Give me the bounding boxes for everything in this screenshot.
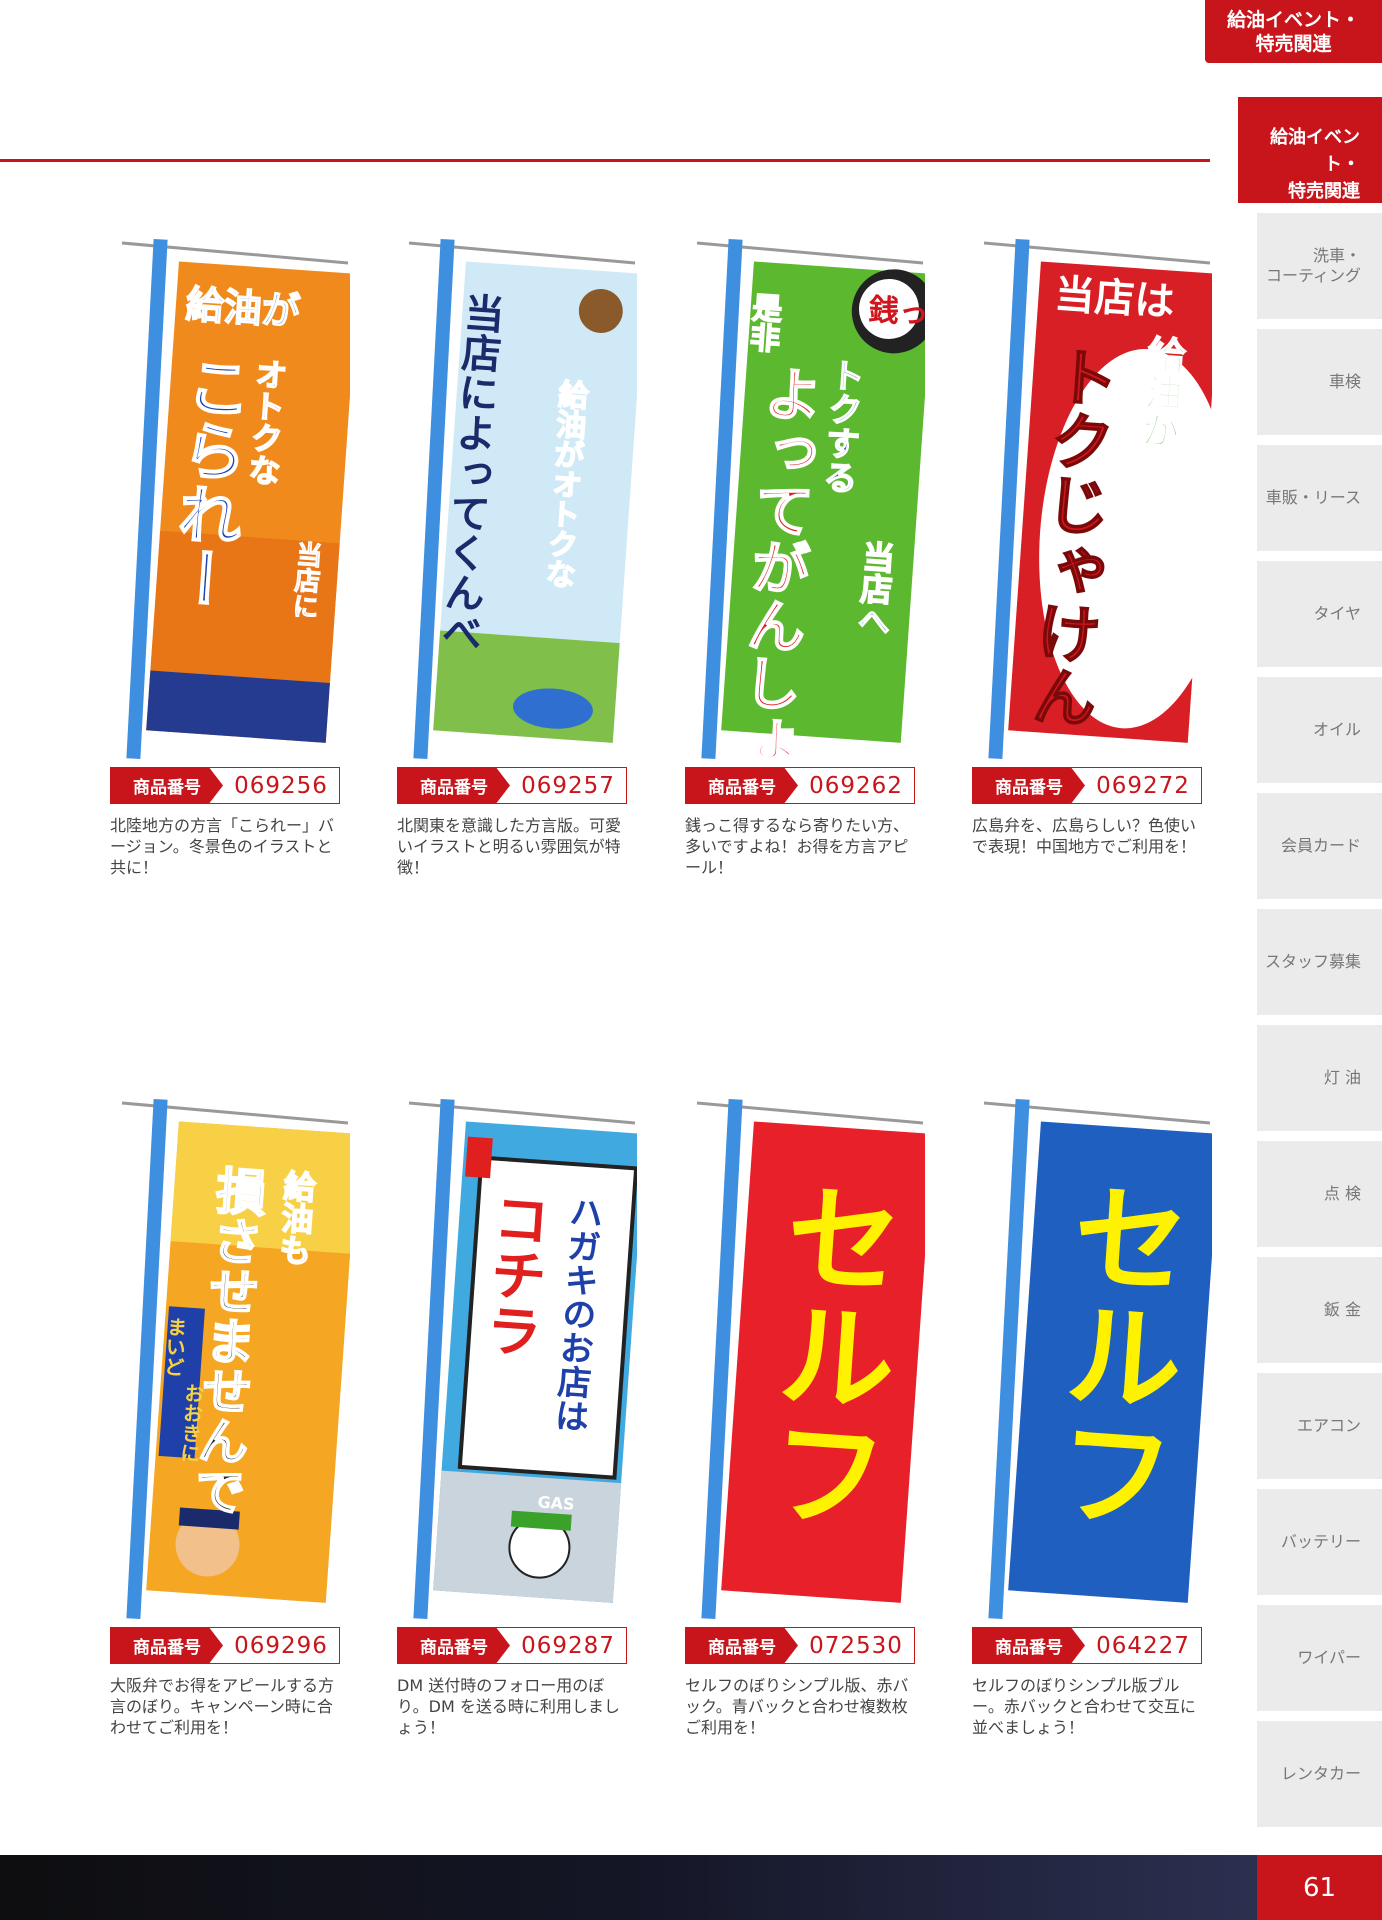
product-code-label: 商品番号: [398, 1628, 510, 1663]
section-tab-line2: 特売関連: [1288, 181, 1360, 202]
nobori-banner-image: ハガキのお店は コチラ GAS: [408, 1098, 637, 1620]
sidebar-item-label: レンタカー: [1280, 1764, 1361, 1783]
nobori-banner-image: セルフ: [696, 1098, 925, 1620]
banner-text: 給油も: [273, 1168, 318, 1267]
sidebar-item-oil[interactable]: オイル: [1257, 677, 1382, 783]
product-description: 北関東を意識した方言版。可愛いイラストと明るい雰囲気が特徴！: [397, 816, 622, 877]
banner-text: 是非: [743, 291, 783, 354]
product-description: 北陸地方の方言「こられー」バージョン。冬景色のイラストと共に！: [110, 816, 335, 877]
product-code: 069262: [809, 772, 903, 799]
product-code-row: 商品番号 072530: [685, 1627, 915, 1664]
sidebar-item-label: 洗車・ コーティング: [1265, 246, 1361, 285]
sidebar-item-label: 車検: [1328, 372, 1361, 391]
product-code: 069256: [234, 772, 328, 799]
section-tab-active[interactable]: 給油イベント・ 特売関連: [1238, 97, 1382, 203]
nobori-banner-image: 銭っこ 是非 トクする 当店へ よってがんしょ: [696, 238, 925, 767]
sidebar-item-tire[interactable]: タイヤ: [1257, 561, 1382, 667]
chapter-tab-label: 給油イベント・ 特売関連: [1226, 9, 1360, 55]
product-code: 069296: [234, 1632, 328, 1659]
nobori-banner-image: セルフ: [983, 1098, 1212, 1620]
sidebar-item-wiper[interactable]: ワイパー: [1257, 1605, 1382, 1711]
banner-text: セルフ: [1032, 1173, 1194, 1536]
sidebar-item-label: 点 検: [1323, 1184, 1361, 1203]
product-code-label: 商品番号: [686, 1628, 798, 1663]
banner-text: セルフ: [745, 1173, 907, 1536]
product-code-label: 商品番号: [111, 1628, 223, 1663]
banner-text: 当店へ: [852, 539, 897, 637]
product-code-row: 商品番号 069272: [972, 767, 1202, 804]
product-description: 大阪弁でお得をアピールする方言のぼり。キャンペーン時に合わせてご利用を！: [110, 1676, 335, 1737]
footer-bar: [0, 1855, 1257, 1920]
sidebar-item-sales-lease[interactable]: 車販・リース: [1257, 445, 1382, 551]
product-code-row: 商品番号 069257: [397, 767, 627, 804]
sidebar-item-label: バッテリー: [1280, 1532, 1361, 1551]
sidebar-item-battery[interactable]: バッテリー: [1257, 1489, 1382, 1595]
product-code-row: 商品番号 069262: [685, 767, 915, 804]
sidebar-item-label: 鈑 金: [1323, 1300, 1361, 1319]
sidebar-item-label: スタッフ募集: [1264, 952, 1361, 971]
product-code: 064227: [1096, 1632, 1190, 1659]
product-code-label: 商品番号: [398, 768, 510, 803]
chapter-tab[interactable]: 給油イベント・ 特売関連: [1205, 0, 1382, 63]
product-code-label: 商品番号: [973, 1628, 1085, 1663]
sidebar-item-inspection[interactable]: 車検: [1257, 329, 1382, 435]
product-code-row: 商品番号 069256: [110, 767, 340, 804]
product-description: セルフのぼりシンプル版ブルー。赤バックと合わせて交互に並べましょう！: [972, 1676, 1196, 1737]
product-code: 072530: [809, 1632, 903, 1659]
sidebar-item-bodywork[interactable]: 鈑 金: [1257, 1257, 1382, 1363]
banner-text: 当店は: [1053, 272, 1176, 326]
product-description: DM 送付時のフォロー用のぼり。DM を送る時に利用しましょう！: [397, 1676, 620, 1737]
product-code-row: 商品番号 069296: [110, 1627, 340, 1664]
sidebar-item-label: ワイパー: [1297, 1648, 1361, 1667]
banner-text: 当店に: [287, 540, 322, 620]
sidebar-item-label: オイル: [1312, 720, 1361, 739]
sidebar-item-label: 会員カード: [1280, 836, 1361, 855]
sidebar-item-label: エアコン: [1296, 1416, 1361, 1435]
product-description: 広島弁を、広島らしい？色使いで表現！中国地方でご利用を！: [972, 816, 1197, 856]
banner-text: 給油が: [184, 282, 301, 334]
banner-text: 給油が: [1134, 334, 1186, 451]
page-number: 61: [1257, 1855, 1382, 1920]
nobori-banner-image: 当店は 給油が トクじゃけん: [983, 238, 1212, 760]
product-code: 069272: [1096, 772, 1190, 799]
nobori-banner-image: 給油も 損させませんで まいど おおきに: [121, 1098, 350, 1620]
sidebar-item-aircon[interactable]: エアコン: [1257, 1373, 1382, 1479]
sidebar-item-label: 灯 油: [1323, 1068, 1361, 1087]
banner-text: まいど: [160, 1316, 188, 1378]
product-code-label: 商品番号: [973, 768, 1085, 803]
sidebar-item-checkup[interactable]: 点 検: [1257, 1141, 1382, 1247]
product-code-label: 商品番号: [686, 768, 798, 803]
sidebar-item-member-card[interactable]: 会員カード: [1257, 793, 1382, 899]
sidebar-item-rental[interactable]: レンタカー: [1257, 1721, 1382, 1827]
banner-text: コチラ: [475, 1188, 552, 1360]
section-tab-line1: 給油イベント・: [1270, 127, 1360, 175]
product-code-row: 商品番号 064227: [972, 1627, 1202, 1664]
sidebar-item-coating[interactable]: 洗車・ コーティング: [1257, 213, 1382, 319]
product-description: セルフのぼりシンプル版、赤バック。青バックと合わせ複数枚ご利用を！: [685, 1676, 909, 1737]
banner-text: GAS: [537, 1492, 575, 1514]
sidebar-item-label: 車販・リース: [1265, 488, 1361, 507]
sidebar-item-kerosene[interactable]: 灯 油: [1257, 1025, 1382, 1131]
product-code: 069257: [521, 772, 615, 799]
header-rule: [0, 159, 1210, 162]
nobori-banner-image: 当店によってくんべ 給油がオトクな: [408, 238, 637, 760]
product-code: 069287: [521, 1632, 615, 1659]
sidebar-item-label: タイヤ: [1313, 604, 1361, 623]
sidebar-item-staff[interactable]: スタッフ募集: [1257, 909, 1382, 1015]
banner-text: 銭っこ: [867, 293, 925, 334]
product-code-label: 商品番号: [111, 768, 223, 803]
nobori-banner-image: 給油が オトクな 当店に こられー: [121, 238, 350, 760]
product-description: 銭っこ得するなら寄りたい方、多いですよね！お得を方言アピール！: [685, 816, 910, 877]
product-code-row: 商品番号 069287: [397, 1627, 627, 1664]
